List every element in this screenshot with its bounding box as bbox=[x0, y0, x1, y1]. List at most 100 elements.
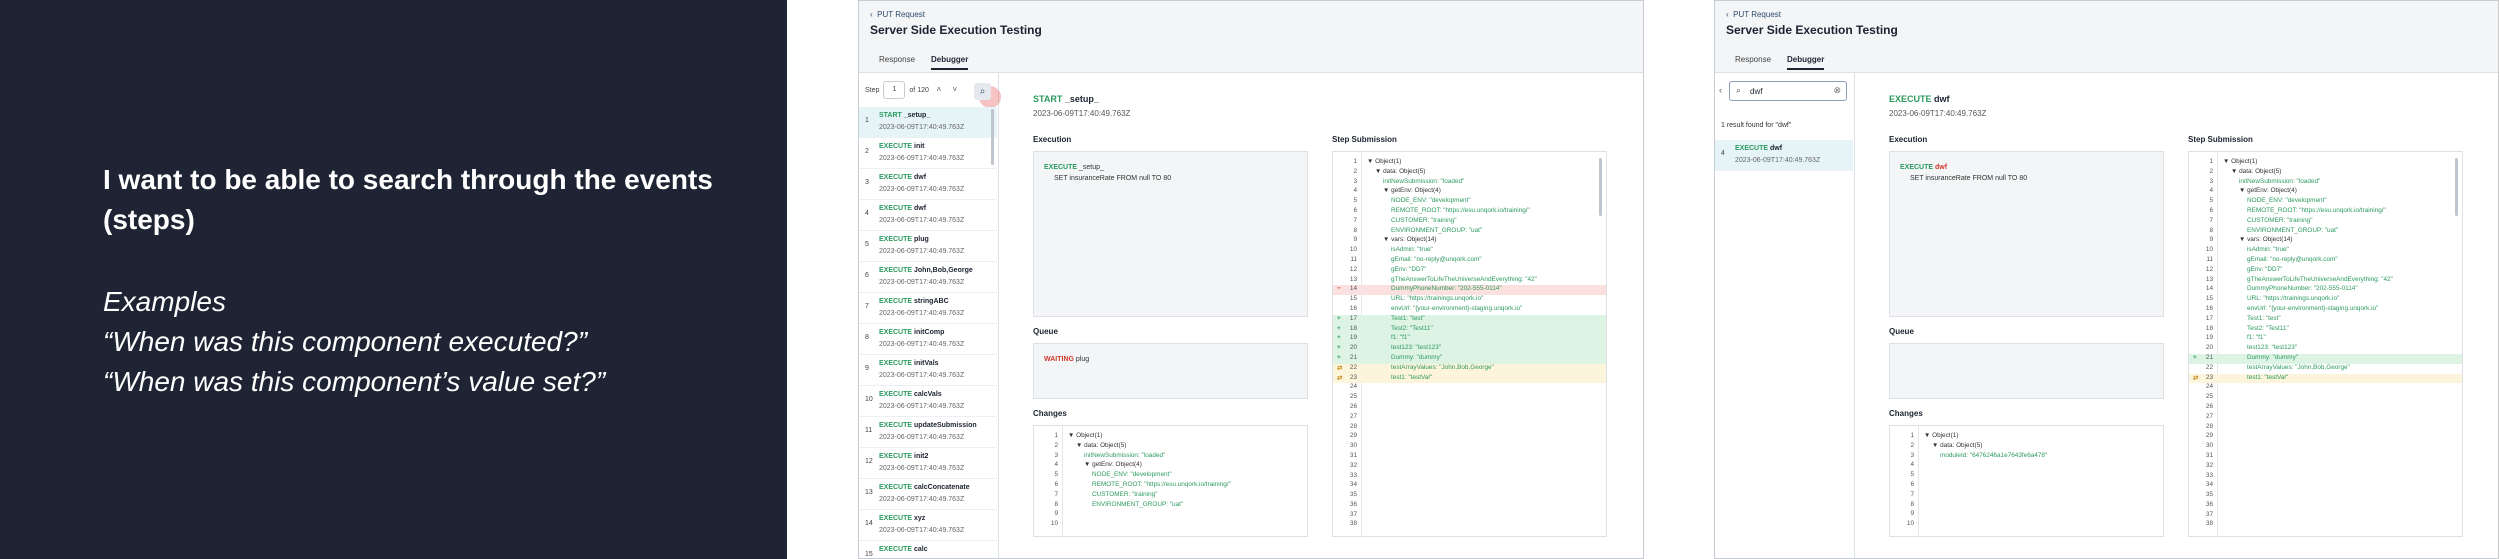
tree-text: f1: "f1" bbox=[1391, 334, 1410, 342]
line-number: 6 bbox=[2209, 206, 2213, 214]
event-item[interactable]: 9 EXECUTE initVals 2023-06-09T17:40:49.763… bbox=[859, 355, 997, 386]
tab-response[interactable]: Response bbox=[1735, 55, 1771, 70]
tab-response[interactable]: Response bbox=[879, 55, 915, 70]
event-item[interactable]: 7 EXECUTE stringABC 2023-06-09T17:40:49.76… bbox=[859, 293, 997, 324]
tab-debugger[interactable]: Debugger bbox=[1787, 55, 1825, 70]
tree-line: 18 + Test2: "Test11" bbox=[1333, 324, 1606, 335]
event-timestamp: 2023-06-09T17:40:49.763Z bbox=[879, 279, 965, 286]
line-number: 2 bbox=[1054, 441, 1058, 449]
line-number: 2 bbox=[2209, 167, 2213, 175]
event-item[interactable]: 1 START _setup_ 2023-06-09T17:40:49.763Z bbox=[859, 107, 997, 138]
event-item[interactable]: 4 EXECUTE dwf 2023-06-09T17:40:49.763Z bbox=[859, 200, 997, 231]
tab-debugger[interactable]: Debugger bbox=[931, 55, 969, 70]
line-number: 13 bbox=[2205, 275, 2213, 283]
tree-line: 34 bbox=[1333, 481, 1606, 491]
event-title: EXECUTE updateSubmission bbox=[879, 422, 977, 429]
event-timestamp: 2023-06-09T17:40:49.763Z bbox=[879, 217, 965, 224]
tree-line: 12 gEnv: "DD7" bbox=[2189, 266, 2462, 276]
tree-line: 23 ⇄ test1: "testVal" bbox=[1333, 373, 1606, 384]
breadcrumb[interactable]: ‹ PUT Request bbox=[870, 10, 925, 19]
event-item[interactable]: 10 EXECUTE calcVals 2023-06-09T17:40:49.76… bbox=[859, 386, 997, 417]
tree-line: 5 bbox=[1890, 471, 2163, 481]
tree-text[interactable]: ▼ data: Object(5) bbox=[1068, 442, 1126, 449]
tree-text[interactable]: ▼ getEnv: Object(4) bbox=[2223, 187, 2297, 194]
tree-line: 5 NODE_ENV: "development" bbox=[1333, 197, 1606, 207]
tree-text: test1: "testVal" bbox=[1391, 373, 1433, 381]
event-item[interactable]: 3 EXECUTE dwf 2023-06-09T17:40:49.763Z bbox=[859, 169, 997, 200]
changes-tree: 1 ▼ Object(1) 2 ▼ data: Object(5) 3 moduleId:… bbox=[1889, 425, 2164, 537]
event-item[interactable]: 13 EXECUTE calcConcatenate 2023-06-09T17:4… bbox=[859, 479, 997, 510]
example-2: “When was this component’s value set?” bbox=[103, 366, 606, 397]
tree-text[interactable]: ▼ Object(1) bbox=[1068, 432, 1102, 439]
tree-line: 29 bbox=[2189, 432, 2462, 442]
line-number: 29 bbox=[1349, 432, 1357, 440]
event-item[interactable]: 11 EXECUTE updateSubmission 2023-06-09T17:… bbox=[859, 417, 997, 448]
event-item[interactable]: 15 EXECUTE calc bbox=[859, 541, 997, 558]
tree-line: 30 bbox=[1333, 442, 1606, 452]
line-number: 1 bbox=[1353, 158, 1357, 165]
tree-line: 9 bbox=[1890, 510, 2163, 520]
tree-scrollbar[interactable] bbox=[1599, 158, 1602, 216]
line-number: 5 bbox=[1910, 471, 1914, 479]
event-item[interactable]: 5 EXECUTE plug 2023-06-09T17:40:49.763Z bbox=[859, 231, 997, 262]
event-list-scrollbar[interactable] bbox=[991, 109, 994, 165]
tree-line: 1 ▼ Object(1) bbox=[1890, 432, 2163, 442]
event-number: 4 bbox=[865, 210, 869, 217]
event-title: EXECUTE initComp bbox=[879, 329, 945, 336]
line-number: 36 bbox=[2205, 500, 2213, 508]
tree-text: REMOTE_ROOT: "https://esu.unqork.io/trai… bbox=[1391, 206, 1530, 214]
event-number: 5 bbox=[865, 241, 869, 248]
event-timestamp: 2023-06-09T17:40:49.763Z bbox=[879, 310, 965, 317]
step-submission-tree: 1 ▼ Object(1) 2 ▼ data: Object(5) 3 initNewSu… bbox=[1332, 151, 1607, 537]
step-detail-date: 2023-06-09T17:40:49.763Z bbox=[1033, 109, 1131, 118]
tree-scrollbar[interactable] bbox=[2455, 158, 2458, 216]
tree-text[interactable]: ▼ Object(1) bbox=[1924, 432, 1958, 439]
event-item[interactable]: 14 EXECUTE xyz 2023-06-09T17:40:49.763Z bbox=[859, 510, 997, 541]
event-item[interactable]: 6 EXECUTE John,Bob,George 2023-06-09T17:40… bbox=[859, 262, 997, 293]
tree-text: moduleId: "6476246a1e7643fe6a478" bbox=[1940, 451, 2048, 459]
tree-text[interactable]: ▼ vars: Object(14) bbox=[1367, 236, 1437, 243]
tree-line: 19 f1: "f1" bbox=[2189, 334, 2462, 344]
tree-line: 32 bbox=[1333, 462, 1606, 472]
tree-text[interactable]: ▼ getEnv: Object(4) bbox=[1367, 187, 1441, 194]
tree-line: 32 bbox=[2189, 462, 2462, 472]
diff-marker: + bbox=[1337, 334, 1341, 342]
line-number: 22 bbox=[2205, 363, 2213, 371]
tree-line: 3 initNewSubmission: "loaded" bbox=[1333, 178, 1606, 188]
line-number: 34 bbox=[2205, 481, 2213, 489]
tree-line: 5 NODE_ENV: "development" bbox=[1034, 471, 1307, 481]
line-number: 27 bbox=[2205, 412, 2213, 420]
tree-line: 2 ▼ data: Object(5) bbox=[1890, 442, 2163, 452]
tree-text[interactable]: ▼ data: Object(5) bbox=[2223, 168, 2281, 175]
tree-text: initNewSubmission: "loaded" bbox=[1383, 177, 1465, 185]
clear-icon[interactable]: ⊗ bbox=[1833, 85, 1841, 96]
line-number: 4 bbox=[1054, 461, 1058, 469]
tree-line: 2 ▼ data: Object(5) bbox=[1034, 442, 1307, 452]
event-title: EXECUTE calc bbox=[879, 546, 928, 553]
search-toggle-button[interactable]: ⌕ bbox=[974, 83, 991, 100]
event-item[interactable]: 12 EXECUTE init2 2023-06-09T17:40:49.763Z bbox=[859, 448, 997, 479]
back-arrow-icon[interactable]: ‹ bbox=[1719, 85, 1722, 95]
event-item[interactable]: 2 EXECUTE init 2023-06-09T17:40:49.763Z bbox=[859, 138, 997, 169]
event-number: 9 bbox=[865, 365, 869, 372]
event-number: 3 bbox=[865, 179, 869, 186]
tree-text[interactable]: ▼ getEnv: Object(4) bbox=[1068, 461, 1142, 468]
breadcrumb[interactable]: ‹ PUT Request bbox=[1726, 10, 1781, 19]
tree-text[interactable]: ▼ Object(1) bbox=[2223, 158, 2257, 165]
event-title: EXECUTE init bbox=[879, 143, 925, 150]
tree-text[interactable]: ▼ Object(1) bbox=[1367, 158, 1401, 165]
tree-line: 22 testArrayValues: "John,Bob,George" bbox=[2189, 364, 2462, 374]
step-input[interactable]: 1 bbox=[883, 81, 906, 99]
chevron-down-icon[interactable]: ˅ bbox=[949, 84, 961, 96]
tree-text[interactable]: ▼ data: Object(5) bbox=[1367, 168, 1425, 175]
line-number: 8 bbox=[2209, 226, 2213, 234]
search-input[interactable]: ⌕ dwf ⊗ bbox=[1729, 81, 1847, 101]
event-title: EXECUTE dwf bbox=[1735, 145, 1783, 152]
tree-text[interactable]: ▼ data: Object(5) bbox=[1924, 442, 1982, 449]
tree-text[interactable]: ▼ vars: Object(14) bbox=[2223, 236, 2293, 243]
step-submission-label: Step Submission bbox=[2188, 135, 2253, 144]
chevron-up-icon[interactable]: ˄ bbox=[933, 84, 945, 96]
line-number: 6 bbox=[1353, 206, 1357, 214]
event-item[interactable]: 4 EXECUTE dwf 2023-06-09T17:40:49.763Z bbox=[1715, 140, 1853, 171]
event-item[interactable]: 8 EXECUTE initComp 2023-06-09T17:40:49.763… bbox=[859, 324, 997, 355]
